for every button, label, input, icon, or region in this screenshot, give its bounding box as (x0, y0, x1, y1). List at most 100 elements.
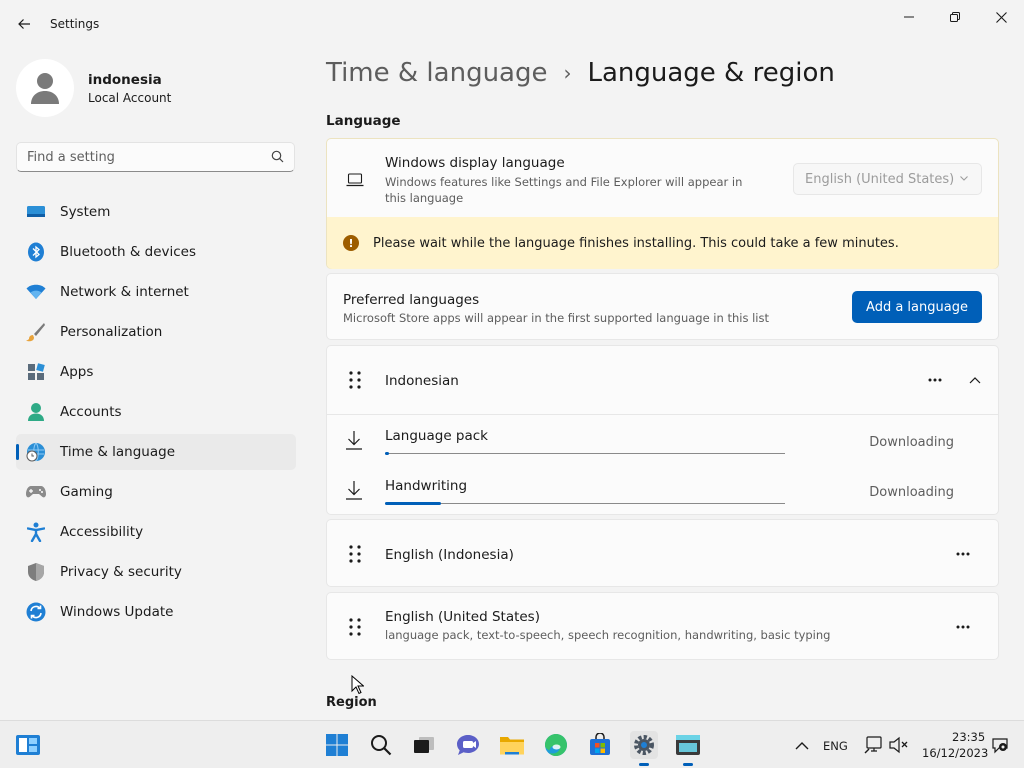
search-taskbar-button[interactable] (367, 731, 395, 759)
task-view-button[interactable] (410, 731, 438, 759)
drag-handle-icon[interactable] (347, 370, 363, 390)
sidebar-item-label: Accessibility (60, 524, 144, 540)
gamepad-icon (26, 482, 46, 502)
edge-icon (545, 734, 567, 756)
terminal-button[interactable] (674, 731, 702, 766)
add-language-button[interactable]: Add a language (852, 291, 982, 323)
close-button[interactable] (978, 4, 1024, 30)
terminal-icon (676, 735, 700, 755)
feature-label: Handwriting (385, 478, 468, 494)
more-options-button[interactable] (923, 370, 947, 390)
minimize-button[interactable] (886, 4, 932, 30)
wifi-icon (26, 282, 46, 302)
sidebar-item-gaming[interactable]: Gaming (16, 474, 296, 510)
paintbrush-icon (26, 322, 46, 342)
region-section-title: Region (326, 695, 377, 710)
sidebar-item-personalization[interactable]: Personalization (16, 314, 296, 350)
more-options-button[interactable] (951, 544, 975, 564)
sidebar-item-label: Gaming (60, 484, 113, 500)
profile-account-type: Local Account (88, 90, 172, 105)
clock-time[interactable]: 23:35 (952, 730, 985, 744)
page-title: Language & region (587, 58, 835, 88)
close-icon (995, 11, 1007, 23)
feature-status: Downloading (869, 435, 954, 450)
language-item-indonesian: Indonesian Language pack Downloading Han… (326, 345, 999, 515)
profile-name: indonesia (88, 71, 162, 88)
language-features: language pack, text-to-speech, speech re… (385, 628, 831, 642)
edge-browser-button[interactable] (542, 731, 570, 759)
search-icon[interactable] (271, 150, 284, 163)
feature-row-language-pack: Language pack Downloading (327, 416, 998, 466)
language-name: English (United States) (385, 609, 540, 625)
more-options-icon (928, 378, 942, 382)
minimize-icon (904, 16, 914, 18)
drag-handle-icon[interactable] (347, 617, 363, 637)
input-language-indicator[interactable]: ENG (823, 739, 848, 753)
chat-button[interactable] (454, 731, 482, 759)
sidebar-item-accounts[interactable]: Accounts (16, 394, 296, 430)
network-icon (864, 736, 882, 754)
notifications-button[interactable] (986, 731, 1014, 759)
display-language-title: Windows display language (385, 155, 565, 171)
file-explorer-button[interactable] (498, 731, 526, 759)
chevron-up-icon (795, 741, 809, 749)
widgets-button[interactable] (14, 731, 42, 759)
preferred-languages-title: Preferred languages (343, 292, 480, 308)
monitor-icon (26, 202, 46, 222)
collapse-button[interactable] (963, 370, 987, 390)
mouse-cursor-icon (351, 675, 364, 695)
progress-fill (385, 502, 441, 505)
sidebar-nav: System Bluetooth & devices Network & int… (16, 194, 296, 634)
start-button[interactable] (323, 731, 351, 759)
search-icon (371, 735, 392, 756)
sidebar-item-network[interactable]: Network & internet (16, 274, 296, 310)
language-item-english-united-states: English (United States) language pack, t… (326, 592, 999, 660)
microsoft-store-button[interactable] (586, 731, 614, 759)
settings-taskbar-button[interactable] (630, 731, 658, 766)
search-input[interactable] (17, 143, 257, 171)
sidebar-item-accessibility[interactable]: Accessibility (16, 514, 296, 550)
sidebar-item-time-language[interactable]: Time & language (16, 434, 296, 470)
preferred-languages-subtitle: Microsoft Store apps will appear in the … (343, 311, 769, 325)
taskbar: ENG 23:35 16/12/2023 (0, 720, 1024, 768)
more-options-button[interactable] (951, 617, 975, 637)
widgets-icon (16, 735, 40, 755)
show-hidden-icons-button[interactable] (788, 731, 816, 759)
back-button[interactable] (10, 10, 38, 38)
sidebar-item-label: System (60, 204, 111, 220)
dropdown-selected-value: English (United States) (805, 171, 955, 187)
update-icon (26, 602, 46, 622)
feature-status: Downloading (869, 485, 954, 500)
chat-icon (457, 735, 479, 755)
title-bar: Settings (0, 0, 1024, 48)
download-progress-bar (385, 452, 785, 455)
maximize-button[interactable] (932, 4, 978, 30)
sidebar-item-apps[interactable]: Apps (16, 354, 296, 390)
breadcrumb-parent-link[interactable]: Time & language (326, 58, 547, 88)
search-box (16, 142, 295, 172)
display-language-dropdown[interactable]: English (United States) (793, 163, 982, 195)
download-progress-bar (385, 502, 785, 505)
sidebar-item-privacy-security[interactable]: Privacy & security (16, 554, 296, 590)
drag-handle-icon[interactable] (347, 544, 363, 564)
sidebar-item-system[interactable]: System (16, 194, 296, 230)
clock-date[interactable]: 16/12/2023 (922, 746, 988, 760)
more-options-icon (956, 552, 970, 556)
display-language-subtitle: Windows features like Settings and File … (385, 175, 743, 205)
volume-button[interactable] (884, 731, 912, 759)
sidebar-item-label: Network & internet (60, 284, 189, 300)
chevron-up-icon (969, 377, 981, 384)
sidebar-item-label: Personalization (60, 324, 163, 340)
feature-row-handwriting: Handwriting Downloading (327, 466, 998, 516)
sidebar-item-bluetooth[interactable]: Bluetooth & devices (16, 234, 296, 270)
divider (327, 414, 998, 415)
back-arrow-icon (18, 19, 30, 29)
breadcrumb-separator: › (563, 61, 572, 85)
preferred-languages-card: Preferred languages Microsoft Store apps… (326, 273, 999, 340)
breadcrumb: Time & language › Language & region (326, 58, 835, 88)
person-icon (26, 402, 46, 422)
sidebar-item-windows-update[interactable]: Windows Update (16, 594, 296, 630)
user-profile[interactable]: indonesia Local Account (16, 58, 171, 118)
sidebar-item-label: Windows Update (60, 604, 174, 620)
sidebar-item-label: Time & language (60, 444, 176, 460)
